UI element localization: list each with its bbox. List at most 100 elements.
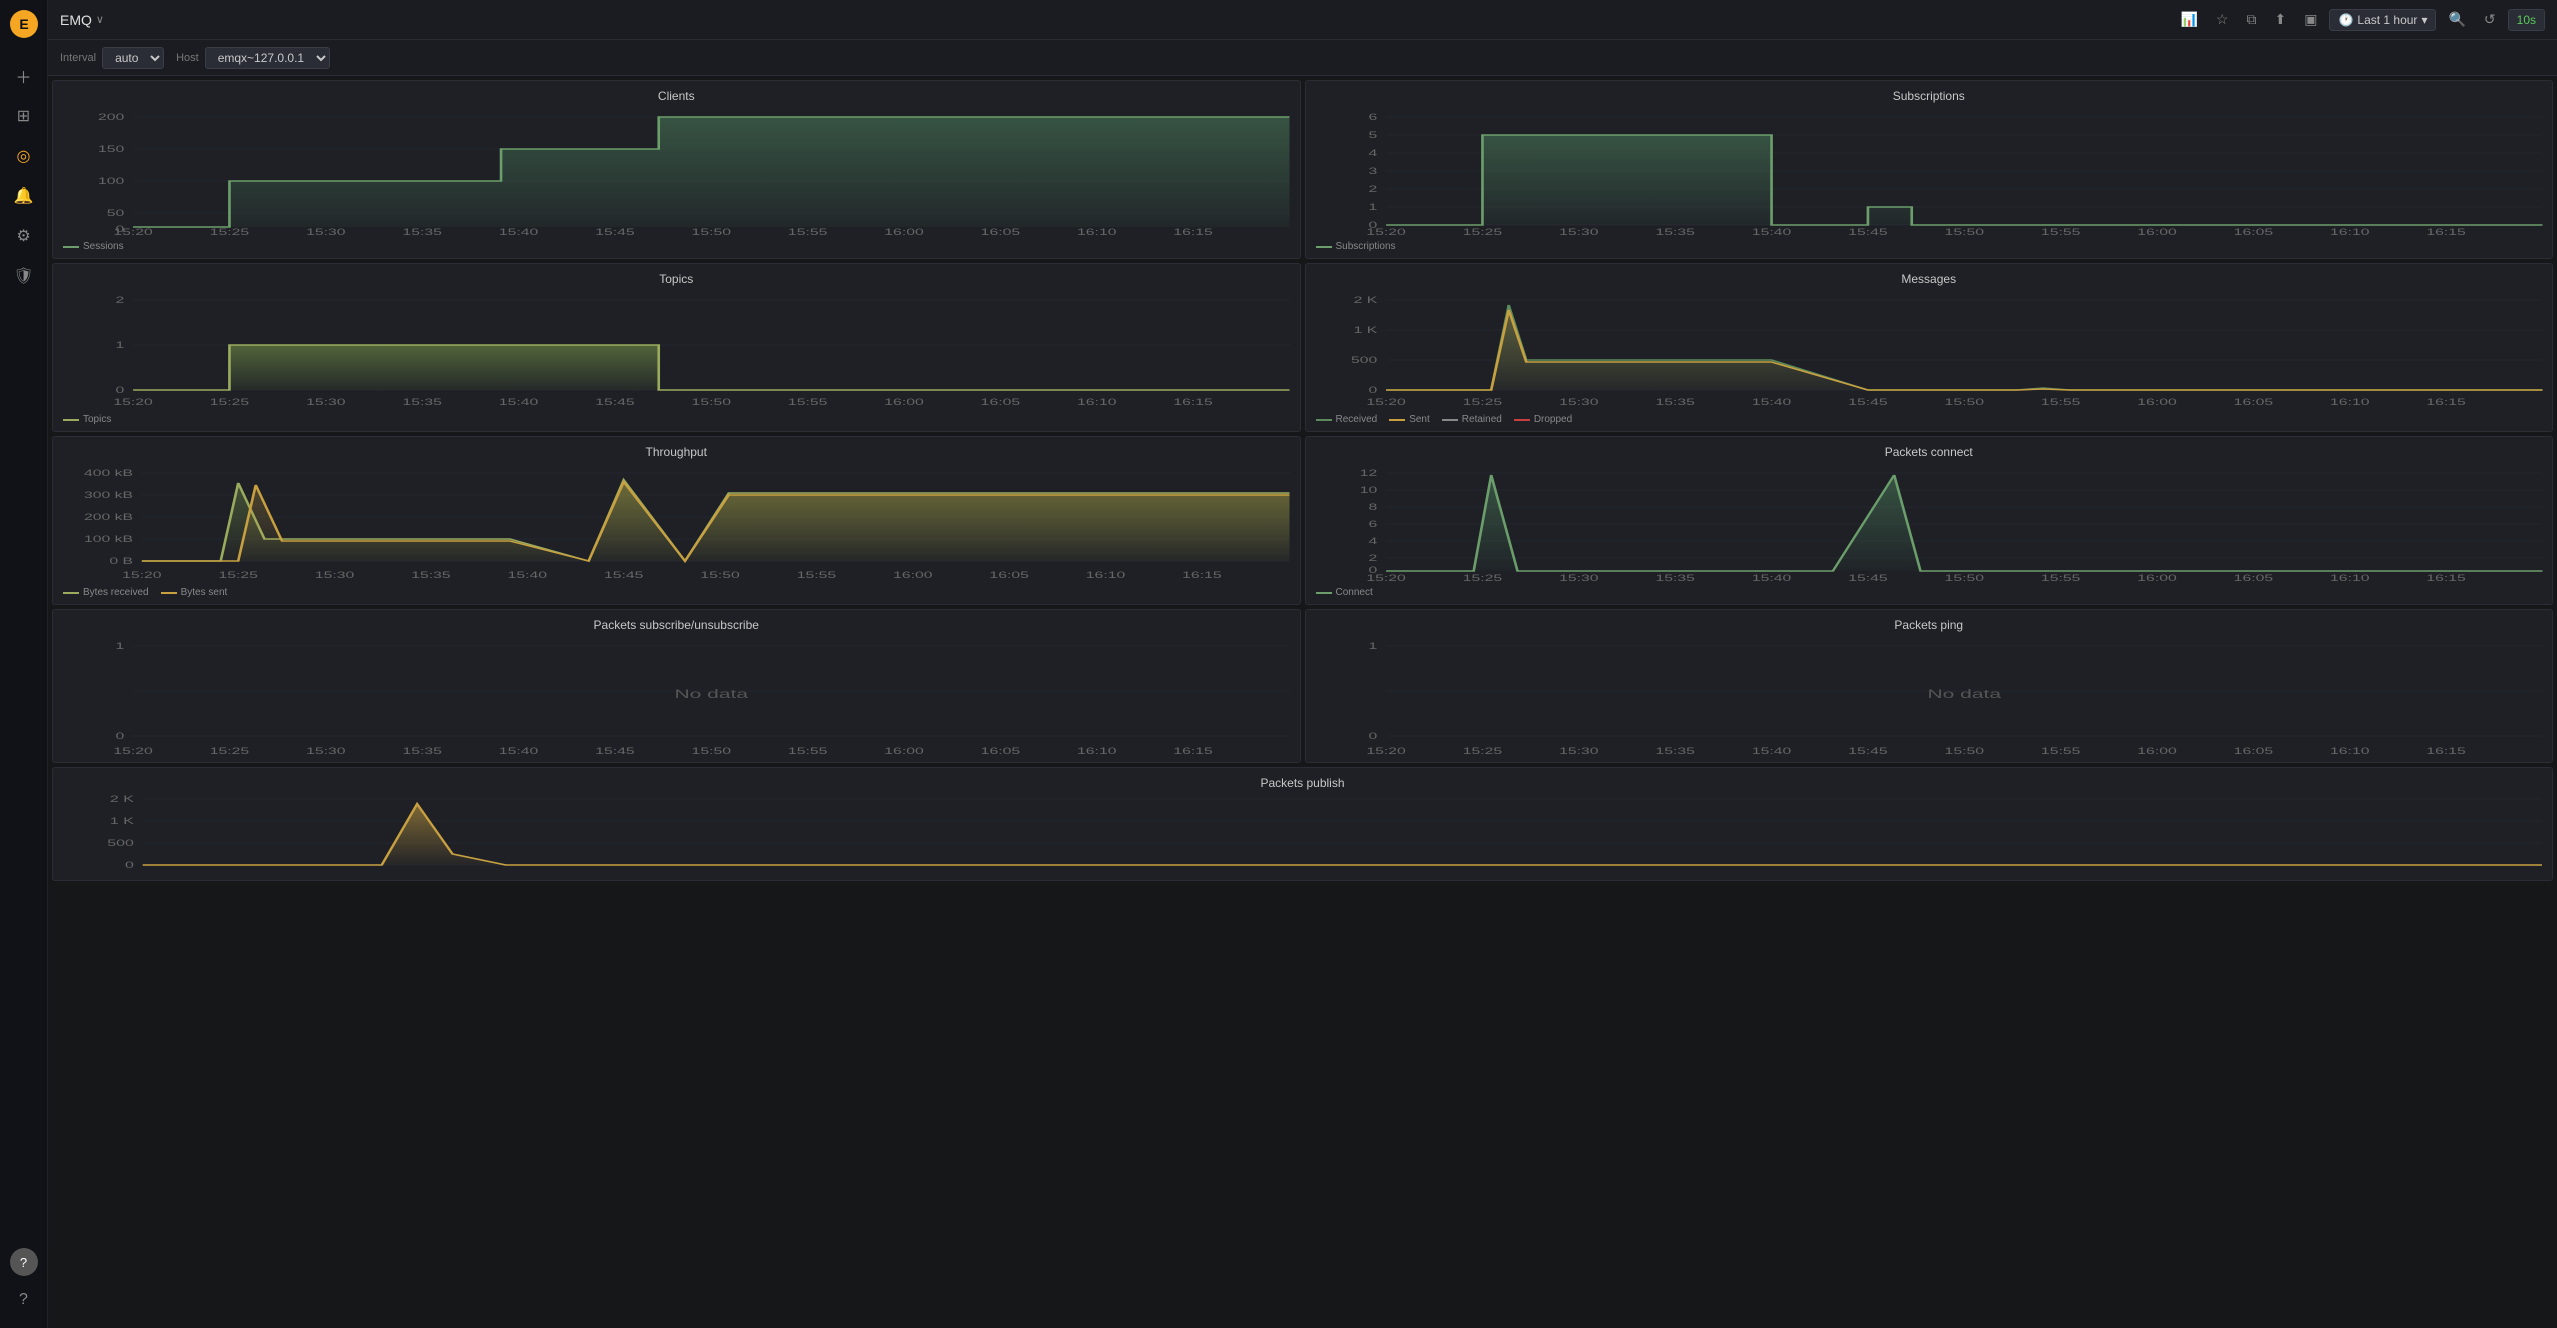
svg-text:15:40: 15:40 [1751, 397, 1790, 408]
svg-text:16:00: 16:00 [2137, 397, 2176, 408]
legend-connect: Connect [1316, 587, 1373, 598]
packets-publish-panel: Packets publish 2 K 1 K 500 0 [52, 767, 2553, 881]
connect-label: Connect [1336, 587, 1373, 598]
host-select[interactable]: emqx~127.0.0.1 [205, 47, 330, 69]
messages-title: Messages [1316, 272, 2543, 286]
svg-text:15:45: 15:45 [595, 746, 634, 757]
svg-text:2: 2 [1368, 553, 1377, 564]
svg-text:15:40: 15:40 [1751, 227, 1790, 238]
time-range-label: Last 1 hour [2357, 13, 2417, 27]
svg-text:10: 10 [1359, 485, 1377, 496]
legend-bytes-received: Bytes received [63, 587, 149, 598]
interval-select[interactable]: auto [102, 47, 164, 69]
svg-text:15:25: 15:25 [1462, 227, 1501, 238]
svg-text:4: 4 [1368, 536, 1377, 547]
bar-chart-button[interactable]: 📊 [2174, 7, 2203, 32]
sidebar-item-alerts[interactable]: 🔔 [6, 178, 42, 214]
svg-text:15:45: 15:45 [595, 397, 634, 408]
svg-text:15:30: 15:30 [306, 227, 345, 238]
subscriptions-chart: 6 5 4 3 2 1 0 [1316, 107, 2543, 237]
svg-text:15:55: 15:55 [788, 397, 827, 408]
topbar-actions: 📊 ☆ ⧉ ⬆ ▣ 🕐 Last 1 hour ▾ 🔍 [2174, 7, 2545, 32]
svg-text:16:00: 16:00 [884, 397, 923, 408]
sidebar-item-settings[interactable]: ⚙ [6, 218, 42, 254]
legend-bytes-sent: Bytes sent [161, 587, 228, 598]
sidebar-item-add[interactable]: ＋ [6, 58, 42, 94]
sidebar-item-shield[interactable]: 🛡 [6, 258, 42, 294]
search-button[interactable]: 🔍 [2442, 7, 2471, 32]
svg-text:15:55: 15:55 [2040, 746, 2079, 757]
subscriptions-title: Subscriptions [1316, 89, 2543, 103]
svg-text:15:20: 15:20 [113, 227, 152, 238]
topics-legend: Topics [63, 410, 1290, 425]
clients-legend: Sessions [63, 237, 1290, 252]
svg-text:15:25: 15:25 [210, 397, 249, 408]
svg-text:15:30: 15:30 [1559, 227, 1598, 238]
svg-text:0 B: 0 B [109, 556, 133, 567]
svg-text:No data: No data [1927, 687, 2001, 700]
svg-text:15:30: 15:30 [306, 746, 345, 757]
main-content: EMQ ∨ 📊 ☆ ⧉ ⬆ ▣ 🕐 Last 1 hour ▾ [48, 0, 2557, 1328]
packets-subscribe-panel: Packets subscribe/unsubscribe 1 0 15:20 … [52, 609, 1301, 763]
host-filter: Host emqx~127.0.0.1 [176, 47, 330, 69]
dropped-label: Dropped [1534, 414, 1572, 425]
refresh-rate-selector[interactable]: 10s [2508, 9, 2545, 31]
svg-text:15:55: 15:55 [788, 746, 827, 757]
topics-panel: Topics 2 1 0 [52, 263, 1301, 432]
svg-text:2 K: 2 K [1353, 295, 1377, 306]
svg-text:16:00: 16:00 [2137, 746, 2176, 757]
sidebar-item-grid[interactable]: ⊞ [6, 98, 42, 134]
svg-text:15:45: 15:45 [1848, 397, 1887, 408]
svg-text:15:20: 15:20 [1366, 227, 1405, 238]
svg-text:0: 0 [125, 860, 134, 870]
svg-text:16:10: 16:10 [2330, 746, 2369, 757]
svg-text:15:40: 15:40 [1751, 573, 1790, 584]
copy-button[interactable]: ⧉ [2240, 7, 2262, 32]
sidebar-item-help[interactable]: ? [6, 1282, 42, 1318]
svg-text:16:00: 16:00 [884, 227, 923, 238]
topics-title: Topics [63, 272, 1290, 286]
svg-text:16:15: 16:15 [2426, 227, 2465, 238]
svg-text:100 kB: 100 kB [84, 534, 133, 545]
time-range-selector[interactable]: 🕐 Last 1 hour ▾ [2329, 9, 2436, 31]
svg-text:15:40: 15:40 [508, 570, 547, 581]
svg-text:15:40: 15:40 [1751, 746, 1790, 757]
svg-text:15:25: 15:25 [1462, 397, 1501, 408]
page-title: EMQ ∨ [60, 12, 104, 28]
svg-text:1 K: 1 K [110, 816, 134, 826]
app-logo[interactable]: E [8, 8, 40, 40]
dashboard: Clients 200 150 100 50 0 [48, 76, 2557, 1328]
screen-button[interactable]: ▣ [2298, 7, 2323, 32]
dropped-color [1514, 419, 1530, 421]
clients-chart: 200 150 100 50 0 [63, 107, 1290, 237]
packets-subscribe-title: Packets subscribe/unsubscribe [63, 618, 1290, 632]
svg-text:200: 200 [98, 112, 124, 123]
share-button[interactable]: ⬆ [2268, 7, 2292, 32]
subscriptions-legend: Subscriptions [1316, 237, 2543, 252]
messages-legend: Received Sent Retained Dropped [1316, 410, 2543, 425]
svg-text:6: 6 [1368, 112, 1377, 123]
svg-text:15:35: 15:35 [1655, 573, 1694, 584]
svg-text:15:20: 15:20 [122, 570, 161, 581]
bytes-received-label: Bytes received [83, 587, 149, 598]
title-chevron[interactable]: ∨ [96, 13, 104, 26]
star-button[interactable]: ☆ [2210, 7, 2235, 32]
legend-sent: Sent [1389, 414, 1430, 425]
packets-connect-chart: 12 10 8 6 4 2 0 [1316, 463, 2543, 583]
search-icon: 🔍 [2448, 11, 2465, 28]
svg-text:1: 1 [116, 641, 125, 652]
subscriptions-label: Subscriptions [1336, 241, 1396, 252]
user-avatar[interactable]: ? [10, 1248, 38, 1276]
legend-dropped: Dropped [1514, 414, 1572, 425]
refresh-icon-button[interactable]: ↺ [2478, 7, 2502, 32]
svg-text:50: 50 [107, 208, 125, 219]
svg-text:16:15: 16:15 [1173, 227, 1212, 238]
svg-text:16:00: 16:00 [2137, 573, 2176, 584]
svg-text:16:15: 16:15 [2426, 397, 2465, 408]
svg-text:15:45: 15:45 [1848, 746, 1887, 757]
sidebar-item-explore[interactable]: ◎ [6, 138, 42, 174]
svg-text:16:15: 16:15 [2426, 746, 2465, 757]
svg-text:15:45: 15:45 [1848, 227, 1887, 238]
svg-text:15:30: 15:30 [1559, 746, 1598, 757]
svg-text:2 K: 2 K [110, 794, 134, 804]
